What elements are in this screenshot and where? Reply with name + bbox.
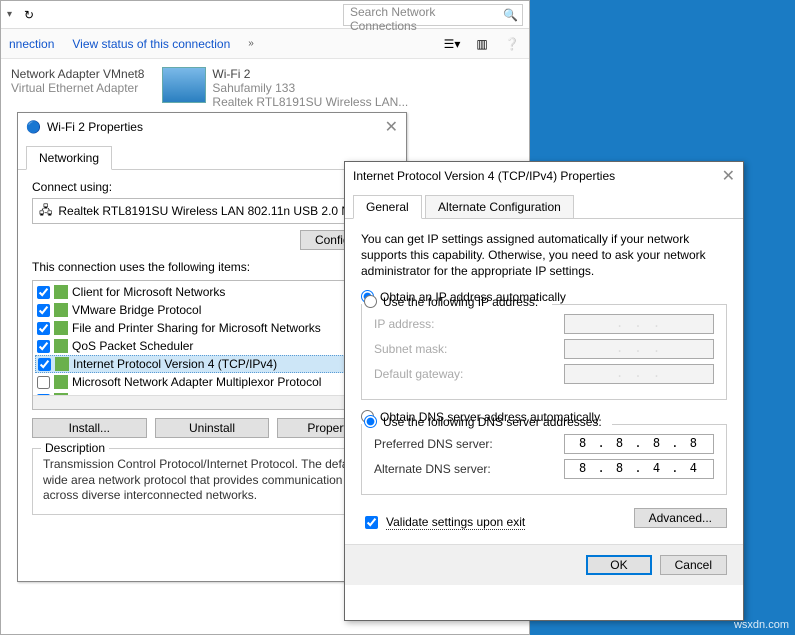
description-legend: Description xyxy=(41,441,109,455)
tab-general[interactable]: General xyxy=(353,195,422,219)
description-group: Description Transmission Control Protoco… xyxy=(32,448,392,515)
dialog-title: Wi-Fi 2 Properties xyxy=(47,120,143,134)
checkbox-input[interactable] xyxy=(37,304,50,317)
radio-input[interactable] xyxy=(364,415,377,428)
gateway-field: . . . xyxy=(564,364,714,384)
device-name: Realtek RTL8191SU Wireless LAN 802.11n U… xyxy=(58,204,356,218)
protocol-label: File and Printer Sharing for Microsoft N… xyxy=(72,321,321,335)
list-item[interactable]: VMware Bridge Protocol xyxy=(35,301,389,319)
protocol-icon xyxy=(54,339,68,353)
adapter-sub: Virtual Ethernet Adapter xyxy=(11,81,144,95)
list-item[interactable]: File and Printer Sharing for Microsoft N… xyxy=(35,319,389,337)
list-item[interactable]: Internet Protocol Version 4 (TCP/IPv4) xyxy=(35,355,389,373)
pref-dns-label: Preferred DNS server: xyxy=(374,437,493,451)
protocol-icon xyxy=(54,375,68,389)
dialog-buttons: OK Cancel xyxy=(345,544,743,585)
radio-label: Use the following IP address: xyxy=(383,295,538,309)
pref-dns-field[interactable]: 8 . 8 . 8 . 8 xyxy=(564,434,714,454)
adapter-vmnet8[interactable]: Network Adapter VMnet8 Virtual Ethernet … xyxy=(11,67,144,109)
close-icon[interactable]: ✕ xyxy=(385,117,398,137)
list-item[interactable]: QoS Packet Scheduler xyxy=(35,337,389,355)
list-item[interactable]: Microsoft Network Adapter Multiplexor Pr… xyxy=(35,373,389,391)
view-icon[interactable]: ☰▾ xyxy=(443,37,461,51)
nic-icon: 🖧 xyxy=(39,201,52,222)
ip-address-label: IP address: xyxy=(374,317,434,331)
gateway-label: Default gateway: xyxy=(374,367,463,381)
dialog-titlebar: Internet Protocol Version 4 (TCP/IPv4) P… xyxy=(345,162,743,190)
alt-dns-field[interactable]: 8 . 8 . 4 . 4 xyxy=(564,459,714,479)
chevron-down-icon[interactable]: ▾ xyxy=(7,9,12,20)
tab-alternate[interactable]: Alternate Configuration xyxy=(425,195,574,219)
adapter-list: Network Adapter VMnet8 Virtual Ethernet … xyxy=(1,59,529,117)
adapter-name: Wi-Fi 2 xyxy=(212,67,408,81)
ok-button[interactable]: OK xyxy=(586,555,651,575)
subnet-field: . . . xyxy=(564,339,714,359)
list-item[interactable]: Client for Microsoft Networks xyxy=(35,283,389,301)
protocol-icon xyxy=(55,357,69,371)
protocol-label: VMware Bridge Protocol xyxy=(72,303,201,317)
checkbox-input[interactable] xyxy=(38,358,51,371)
link-connection[interactable]: nnection xyxy=(9,37,54,51)
protocol-label: Microsoft Network Adapter Multiplexor Pr… xyxy=(72,375,321,389)
chevron-down-icon[interactable]: » xyxy=(248,38,254,49)
radio-ip-manual[interactable]: Use the following IP address: xyxy=(362,295,552,309)
adapter-icon xyxy=(162,67,206,103)
protocol-icon xyxy=(54,321,68,335)
subnet-label: Subnet mask: xyxy=(374,342,447,356)
address-toolbar: ▾ ↻ Search Network Connections 🔍 xyxy=(1,1,529,29)
protocol-icon xyxy=(54,303,68,317)
install-button[interactable]: Install... xyxy=(32,418,147,438)
radio-dns-manual[interactable]: Use the following DNS server addresses: xyxy=(362,415,612,429)
help-icon[interactable]: ❔ xyxy=(503,37,521,51)
dialog-titlebar: 🔵 Wi-Fi 2 Properties ✕ xyxy=(18,113,406,141)
adapter-ssid: Sahufamily 133 xyxy=(212,81,408,95)
ip-fieldset: Use the following IP address: IP address… xyxy=(361,304,727,400)
tabstrip: General Alternate Configuration xyxy=(345,190,743,219)
adapter-wifi2[interactable]: Wi-Fi 2 Sahufamily 133 Realtek RTL8191SU… xyxy=(162,67,408,109)
search-input[interactable]: Search Network Connections 🔍 xyxy=(343,4,523,26)
ipv4-properties-dialog: Internet Protocol Version 4 (TCP/IPv4) P… xyxy=(344,161,744,621)
protocol-label: Internet Protocol Version 4 (TCP/IPv4) xyxy=(73,357,277,371)
command-bar: nnection View status of this connection … xyxy=(1,29,529,59)
scrollbar-horizontal[interactable] xyxy=(33,395,375,409)
refresh-icon[interactable]: ↻ xyxy=(20,8,38,22)
protocol-label: Client for Microsoft Networks xyxy=(72,285,225,299)
validate-checkbox[interactable]: Validate settings upon exit xyxy=(361,513,525,532)
preview-icon[interactable]: ▥ xyxy=(473,37,491,51)
close-icon[interactable]: ✕ xyxy=(722,166,735,186)
validate-label: Validate settings upon exit xyxy=(386,515,525,530)
cancel-button[interactable]: Cancel xyxy=(660,555,727,575)
checkbox-input[interactable] xyxy=(37,340,50,353)
connect-using-field[interactable]: 🖧 Realtek RTL8191SU Wireless LAN 802.11n… xyxy=(32,198,392,224)
ip-address-field: . . . xyxy=(564,314,714,334)
radio-label: Use the following DNS server addresses: xyxy=(383,415,602,429)
adapter-device: Realtek RTL8191SU Wireless LAN... xyxy=(212,95,408,109)
alt-dns-label: Alternate DNS server: xyxy=(374,462,491,476)
radio-input[interactable] xyxy=(364,295,377,308)
description-text: Transmission Control Protocol/Internet P… xyxy=(43,457,381,504)
items-label: This connection uses the following items… xyxy=(32,260,392,274)
dns-fieldset: Use the following DNS server addresses: … xyxy=(361,424,727,495)
checkbox-input[interactable] xyxy=(37,322,50,335)
advanced-button[interactable]: Advanced... xyxy=(634,508,727,528)
watermark: wsxdn.com xyxy=(734,619,789,631)
checkbox-input[interactable] xyxy=(365,516,378,529)
protocol-list[interactable]: Client for Microsoft Networks VMware Brid… xyxy=(32,280,392,410)
dialog-title: Internet Protocol Version 4 (TCP/IPv4) P… xyxy=(353,169,615,183)
info-paragraph: You can get IP settings assigned automat… xyxy=(361,231,727,280)
adapter-name: Network Adapter VMnet8 xyxy=(11,67,144,81)
protocol-label: QoS Packet Scheduler xyxy=(72,339,193,353)
connect-using-label: Connect using: xyxy=(32,180,392,194)
checkbox-input[interactable] xyxy=(37,286,50,299)
link-view-status[interactable]: View status of this connection xyxy=(72,37,230,51)
checkbox-input[interactable] xyxy=(37,376,50,389)
uninstall-button[interactable]: Uninstall xyxy=(155,418,270,438)
shield-icon: 🔵 xyxy=(26,120,41,134)
search-icon: 🔍 xyxy=(503,8,518,22)
protocol-icon xyxy=(54,285,68,299)
tab-networking[interactable]: Networking xyxy=(26,146,112,170)
